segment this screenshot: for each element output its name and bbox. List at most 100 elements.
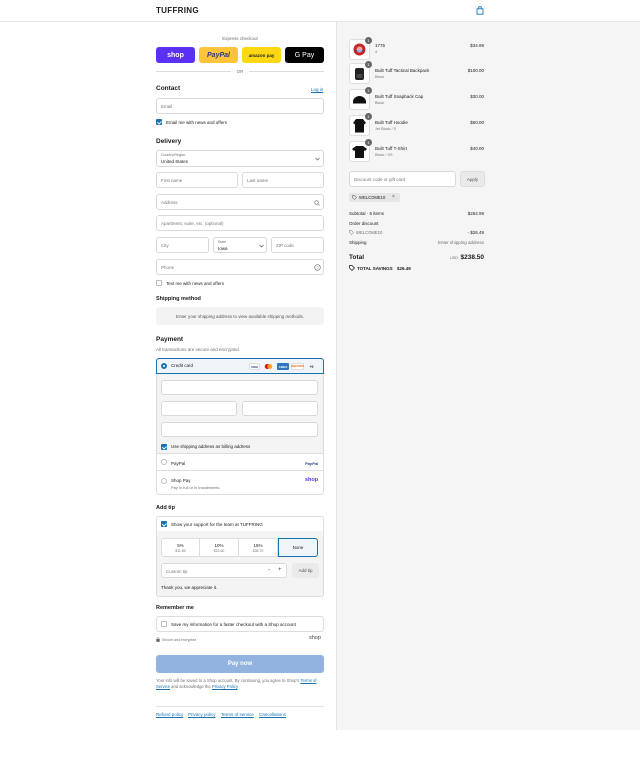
express-checkout-title: Express checkout: [222, 36, 258, 41]
svg-text:?: ?: [316, 265, 319, 270]
discount-code-input[interactable]: Discount code or gift card: [349, 171, 456, 187]
discount-placeholder: Discount code or gift card: [354, 177, 406, 182]
apartment-input[interactable]: Apartment, suite, etc. (optional): [156, 215, 324, 231]
currency-label: USD: [450, 256, 459, 260]
increment-icon[interactable]: +: [278, 567, 282, 573]
email-input[interactable]: Email: [156, 98, 324, 114]
order-discount-label: Order discount: [349, 221, 379, 226]
item-thumbnail: 1: [349, 61, 372, 84]
secure-label: Secure and encrypted: [162, 638, 197, 642]
remove-discount-icon[interactable]: ×: [392, 194, 395, 200]
phone-input[interactable]: Phone ?: [156, 259, 324, 275]
remember-checkbox[interactable]: [161, 621, 167, 627]
store-logo[interactable]: TUFFRING: [156, 6, 199, 15]
state-select[interactable]: State Iowa: [213, 237, 267, 253]
item-price: $40.00: [470, 146, 484, 151]
tag-icon: [349, 230, 354, 235]
mastercard-icon: [263, 363, 274, 370]
amex-icon: AMEX: [277, 363, 289, 370]
legal-text: Your info will be saved to a Shop accoun…: [156, 678, 324, 691]
help-icon[interactable]: ?: [314, 264, 321, 271]
pay-now-button[interactable]: Pay now: [156, 655, 324, 673]
tip-option-15[interactable]: 15% $35.70: [239, 538, 278, 557]
shop-pay-button[interactable]: shop: [156, 47, 195, 63]
tip-option-5[interactable]: 5% $11.80: [161, 538, 200, 557]
tip-option-10[interactable]: 10% $23.60: [200, 538, 239, 557]
newsletter-label: Email me with news and offers: [166, 120, 227, 125]
item-thumbnail: 1: [349, 139, 372, 162]
payment-subtitle: All transactions are secure and encrypte…: [156, 347, 241, 352]
city-input[interactable]: City: [156, 237, 209, 253]
shop-logo: shop: [305, 477, 319, 483]
tag-icon: [352, 195, 357, 200]
item-variant: Black / XS: [375, 153, 393, 157]
search-icon: [314, 200, 320, 206]
tip-percent: 10%: [214, 543, 224, 548]
privacy-policy-footer-link[interactable]: Privacy policy: [188, 712, 216, 717]
card-number-input[interactable]: [161, 380, 318, 395]
newsletter-checkbox[interactable]: [156, 119, 162, 125]
tip-checkbox[interactable]: [161, 521, 167, 527]
shop-pay-radio[interactable]: [161, 478, 167, 484]
security-code-input[interactable]: [242, 401, 318, 416]
terms-of-service-footer-link[interactable]: Terms of service: [221, 712, 254, 717]
header: TUFFRING: [0, 0, 640, 22]
tip-option-none[interactable]: None: [278, 538, 318, 557]
item-name: Built Tuff Hoodie: [375, 120, 408, 125]
refund-policy-link[interactable]: Refund policy: [156, 712, 183, 717]
billing-same-label: Use shipping address as billing address: [171, 444, 251, 449]
add-tip-button[interactable]: Add tip: [292, 563, 319, 578]
cancellations-link[interactable]: Cancellations: [259, 712, 286, 717]
chevron-down-icon: [315, 157, 320, 161]
privacy-policy-link[interactable]: Privacy Policy: [212, 684, 238, 689]
paypal-radio[interactable]: [161, 459, 167, 465]
country-select[interactable]: Country/Region United States: [156, 150, 324, 167]
legal-text-part: and acknowledge the: [171, 684, 211, 690]
apartment-placeholder: Apartment, suite, etc. (optional): [161, 221, 224, 226]
quantity-badge: 1: [365, 113, 372, 120]
zip-input[interactable]: ZIP code: [271, 237, 324, 253]
shopping-bag-icon[interactable]: [476, 6, 484, 15]
more-cards-badge: +5: [309, 364, 314, 369]
tip-amount: $35.70: [252, 549, 264, 553]
quantity-badge: 1: [365, 139, 372, 146]
name-on-card-input[interactable]: [161, 422, 318, 437]
amazon-pay-button[interactable]: amazon pay: [242, 47, 281, 63]
item-price: $100.00: [467, 68, 484, 73]
decrement-icon[interactable]: −: [268, 567, 271, 573]
total-value: $238.50: [460, 254, 485, 261]
discover-icon: DISCOVER: [291, 363, 304, 370]
quantity-badge: 1: [365, 61, 372, 68]
shop-pay-option[interactable]: [156, 471, 324, 495]
discount-value: - $26.49: [467, 230, 484, 235]
login-link[interactable]: Log in: [311, 87, 323, 92]
address-input[interactable]: Address: [156, 194, 324, 210]
tip-percent: 15%: [253, 543, 263, 548]
address-placeholder: Address: [161, 200, 178, 205]
tip-amount: $23.60: [213, 549, 225, 553]
item-variant: 4: [375, 50, 378, 54]
email-placeholder: Email: [161, 104, 173, 109]
sms-checkbox[interactable]: [156, 280, 162, 286]
paypal-button[interactable]: PayPal: [199, 47, 238, 63]
item-variant: Jet Black / S: [375, 127, 397, 131]
expiry-input[interactable]: [161, 401, 237, 416]
last-name-input[interactable]: Last name: [242, 172, 324, 188]
country-value: United States: [161, 159, 189, 164]
chevron-down-icon: [259, 244, 264, 248]
item-name: Built Tuff Snapback Cap: [375, 94, 424, 99]
quantity-badge: 1: [365, 87, 372, 94]
billing-same-checkbox[interactable]: [161, 444, 167, 450]
custom-tip-input[interactable]: Custom tip − +: [161, 563, 287, 578]
apply-button[interactable]: Apply: [460, 171, 485, 187]
tip-amount: $11.80: [175, 549, 186, 553]
item-price: $34.99: [470, 43, 484, 48]
shop-logo-remember: shop: [309, 635, 321, 641]
discount-chip-label: WELCOME10: [359, 195, 386, 200]
first-name-input[interactable]: First name: [156, 172, 238, 188]
remember-label: Save my information for a faster checkou…: [171, 622, 296, 627]
legal-text-part: Your info will be saved to a Shop accoun…: [156, 678, 300, 683]
credit-card-radio[interactable]: [161, 363, 167, 369]
subtotal-label: Subtotal · 5 items: [349, 211, 385, 216]
google-pay-button[interactable]: G Pay: [285, 47, 324, 63]
